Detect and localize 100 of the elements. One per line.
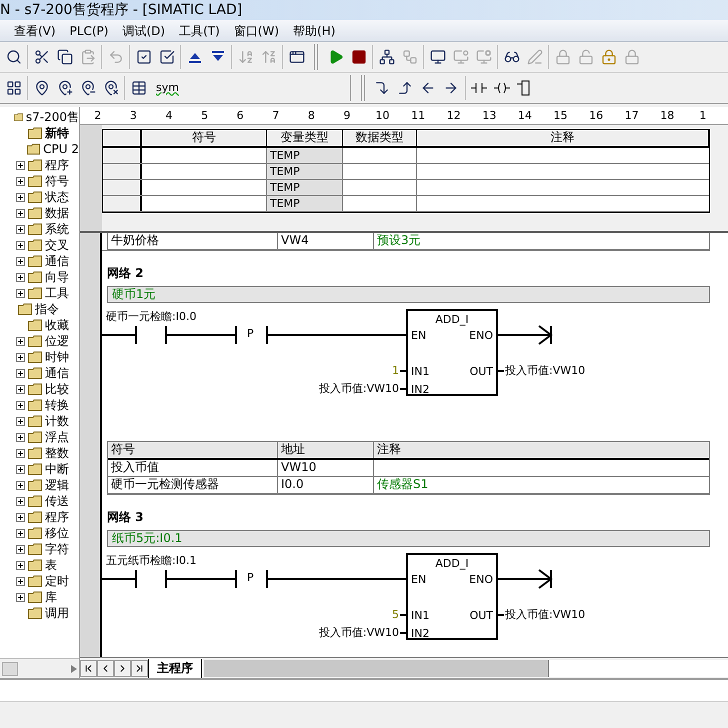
menu-item[interactable]: 调试(D) xyxy=(122,22,166,40)
lock-icon xyxy=(624,48,640,65)
wire-line xyxy=(166,578,236,580)
horizontal-scrollbar[interactable] xyxy=(548,660,728,676)
tree-item[interactable]: 计数 xyxy=(45,414,69,428)
expand-icon[interactable] xyxy=(16,416,25,426)
menu-item[interactable]: 窗口(W) xyxy=(234,22,280,40)
expand-icon[interactable] xyxy=(16,176,25,186)
pin-label: IN2 xyxy=(411,627,430,641)
table-cell-text: 投入币值 xyxy=(110,460,160,476)
expand-icon[interactable] xyxy=(16,160,25,170)
folder-icon xyxy=(28,415,42,427)
tree-item[interactable]: 转换 xyxy=(45,398,69,412)
tree-item[interactable]: 定时 xyxy=(45,574,69,588)
expand-icon[interactable] xyxy=(16,432,25,442)
tree-item[interactable]: 通信 xyxy=(45,366,69,380)
menu-item[interactable]: PLC(P) xyxy=(70,22,108,40)
menu-item[interactable]: 工具(T) xyxy=(179,22,220,40)
sheet-tab[interactable]: 主程序 xyxy=(148,658,202,678)
tree-item[interactable]: 程序 xyxy=(45,510,69,524)
contact-label: 五元纸币检瞻:I0.1 xyxy=(106,553,196,569)
expand-icon[interactable] xyxy=(16,496,25,506)
table-cell-text: 硬币一元检测传感器 xyxy=(110,477,220,493)
folder-icon xyxy=(28,591,42,603)
tree-item[interactable]: 新特 xyxy=(45,126,69,140)
expand-icon[interactable] xyxy=(16,400,25,410)
tree-item[interactable]: 向导 xyxy=(45,270,69,284)
expand-icon[interactable] xyxy=(16,464,25,474)
symbol-button[interactable]: sym xyxy=(154,80,181,96)
tree-item[interactable]: 交叉 xyxy=(45,238,69,252)
tree-item[interactable]: 数据 xyxy=(45,206,69,220)
expand-icon[interactable] xyxy=(16,240,25,250)
tree-item[interactable]: 位逻 xyxy=(45,334,69,348)
expand-icon[interactable] xyxy=(16,576,25,586)
contact-symbol[interactable] xyxy=(135,326,167,344)
pin-label: ENO xyxy=(469,329,493,343)
first-tab-button[interactable] xyxy=(80,660,97,676)
tree-item[interactable]: 符号 xyxy=(45,174,69,188)
right-arrow-icon[interactable] xyxy=(71,664,77,672)
expand-icon[interactable] xyxy=(16,544,25,554)
expand-icon[interactable] xyxy=(16,560,25,570)
tree-item[interactable]: CPU 2 xyxy=(43,142,79,156)
expand-icon[interactable] xyxy=(16,256,25,266)
tree-item[interactable]: 时钟 xyxy=(45,350,69,364)
tree-item[interactable]: 收藏 xyxy=(45,318,69,332)
tree-item[interactable]: s7-200售 xyxy=(26,110,79,124)
edge-detector-drawing[interactable] xyxy=(235,326,268,344)
menu-item[interactable]: 查看(V) xyxy=(14,22,56,40)
tree-item[interactable]: 状态 xyxy=(45,190,69,204)
first-icon xyxy=(83,662,94,674)
tree-item[interactable]: 程序 xyxy=(45,158,69,172)
expand-icon[interactable] xyxy=(16,272,25,282)
expand-icon[interactable] xyxy=(16,224,25,234)
tree-item[interactable]: 字符 xyxy=(45,542,69,556)
tree-item[interactable]: 工具 xyxy=(45,286,69,300)
tree-item[interactable]: 比较 xyxy=(45,382,69,396)
expand-icon[interactable] xyxy=(16,192,25,202)
last-tab-button[interactable] xyxy=(131,660,148,676)
horizontal-scrollbar[interactable] xyxy=(0,658,79,678)
tree-item[interactable]: 中断 xyxy=(45,462,69,476)
tree-item[interactable]: 调用 xyxy=(45,606,69,620)
tree-item[interactable]: 浮点 xyxy=(45,430,69,444)
monitor-icon xyxy=(476,48,492,65)
expand-icon[interactable] xyxy=(16,512,25,522)
tree-item[interactable]: 传送 xyxy=(45,494,69,508)
expand-icon[interactable] xyxy=(16,208,25,218)
tree-item[interactable]: 逻辑 xyxy=(45,478,69,492)
tree-item[interactable]: 通信 xyxy=(45,254,69,268)
menu-item[interactable]: 帮助(H) xyxy=(293,22,336,40)
tree-item[interactable]: 整数 xyxy=(45,446,69,460)
expand-icon[interactable] xyxy=(16,368,25,378)
folder-icon xyxy=(28,367,42,379)
expand-icon[interactable] xyxy=(16,352,25,362)
network-comment[interactable]: 硬币1元 xyxy=(107,286,710,303)
pin-label: ENO xyxy=(469,573,493,587)
function-block[interactable]: ADD_I EN ENO IN1 IN2 OUT xyxy=(406,553,498,640)
edge-detector-drawing[interactable] xyxy=(235,570,268,588)
expand-icon[interactable] xyxy=(16,384,25,394)
tree-item[interactable]: 指令 xyxy=(35,302,59,316)
network-comment[interactable]: 纸币5元:I0.1 xyxy=(107,530,710,547)
scrollbar-thumb[interactable] xyxy=(2,662,18,676)
tree-item[interactable]: 移位 xyxy=(45,526,69,540)
folder-icon xyxy=(28,559,42,571)
folder-icon xyxy=(28,127,42,139)
previous-tab-button[interactable] xyxy=(97,660,114,676)
tree-item[interactable]: 表 xyxy=(45,558,57,572)
folder-icon xyxy=(28,271,42,283)
function-block[interactable]: ADD_I EN ENO IN1 IN2 OUT xyxy=(406,309,498,396)
tree-item[interactable]: 系统 xyxy=(45,222,69,236)
sort-icon xyxy=(238,48,254,65)
expand-icon[interactable] xyxy=(16,592,25,602)
contact-symbol[interactable] xyxy=(135,570,167,588)
expand-icon[interactable] xyxy=(16,528,25,538)
tree-item[interactable]: 库 xyxy=(45,590,57,604)
expand-icon[interactable] xyxy=(16,288,25,298)
expand-icon[interactable] xyxy=(16,480,25,490)
expand-icon[interactable] xyxy=(16,448,25,458)
glasses-icon xyxy=(504,48,520,65)
next-tab-button[interactable] xyxy=(114,660,131,676)
expand-icon[interactable] xyxy=(16,336,25,346)
